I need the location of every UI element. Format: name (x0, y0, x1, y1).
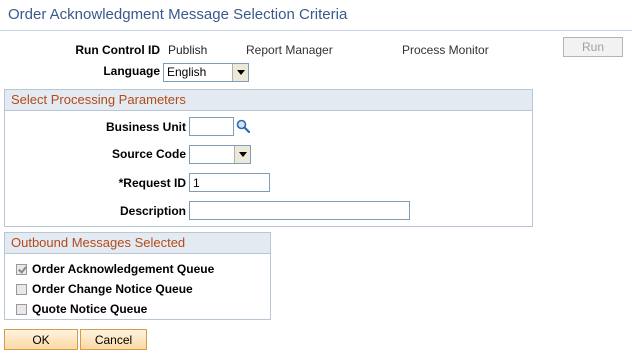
language-select[interactable]: English (163, 63, 249, 82)
request-id-label: *Request ID (118, 176, 186, 190)
run-control-id-value: Publish (168, 43, 208, 57)
report-manager-link[interactable]: Report Manager (246, 43, 333, 57)
checkbox-checked[interactable] (16, 263, 27, 275)
order-change-notice-queue-option[interactable]: Order Change Notice Queue (16, 282, 193, 296)
order-acknowledgement-queue-option[interactable]: Order Acknowledgement Queue (16, 262, 214, 276)
business-unit-label: Business Unit (105, 120, 186, 134)
process-monitor-link[interactable]: Process Monitor (402, 43, 489, 57)
quote-notice-queue-option[interactable]: Quote Notice Queue (16, 302, 147, 316)
page-title: Order Acknowledgment Message Selection C… (8, 6, 348, 23)
language-selected-value: English (167, 65, 207, 79)
source-code-label: Source Code (111, 147, 186, 161)
chevron-down-icon (232, 64, 248, 81)
checkbox-label: Order Acknowledgement Queue (32, 262, 215, 276)
magnifier-icon[interactable] (236, 119, 251, 134)
ok-button[interactable]: OK (4, 329, 78, 350)
description-label: Description (119, 204, 186, 218)
processing-parameters-header: Select Processing Parameters (5, 90, 532, 111)
run-button[interactable]: Run (563, 37, 623, 57)
description-input[interactable] (189, 201, 410, 220)
business-unit-input[interactable] (189, 117, 234, 136)
source-code-selected-value (190, 146, 234, 163)
cancel-button[interactable]: Cancel (80, 329, 147, 350)
checkbox[interactable] (16, 303, 27, 315)
chevron-down-icon (234, 146, 250, 163)
outbound-messages-header: Outbound Messages Selected (5, 233, 270, 254)
checkbox-label: Quote Notice Queue (32, 302, 148, 316)
request-id-input[interactable] (189, 173, 270, 192)
title-divider (0, 30, 632, 31)
checkbox[interactable] (16, 283, 27, 295)
checkbox-label: Order Change Notice Queue (32, 282, 193, 296)
language-label: Language (103, 64, 160, 78)
source-code-select[interactable] (189, 145, 251, 164)
run-control-id-label: Run Control ID (75, 43, 160, 57)
